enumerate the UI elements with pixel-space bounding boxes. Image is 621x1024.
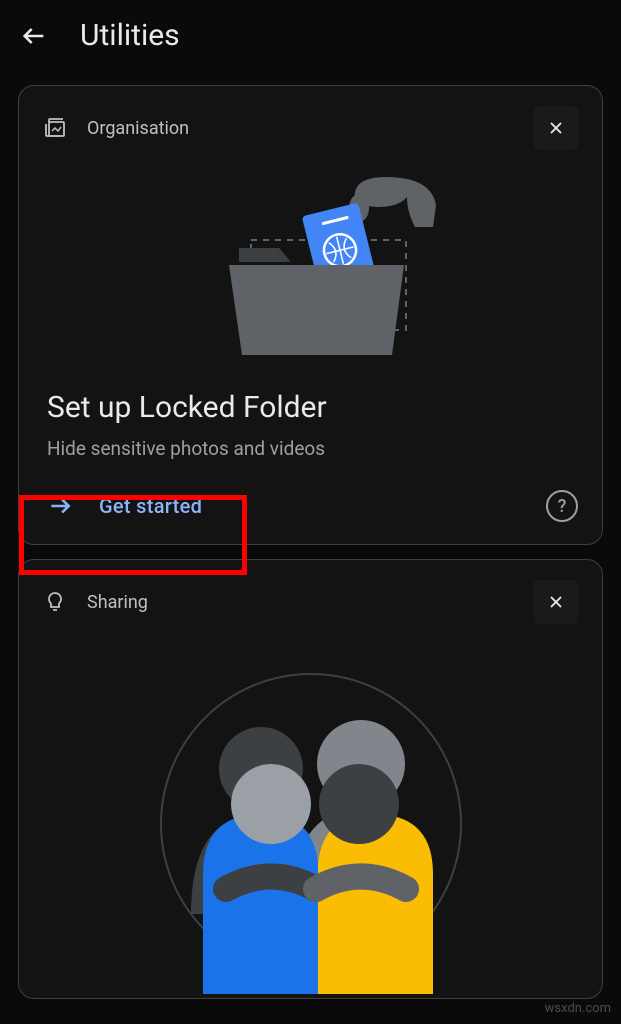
organisation-card: Organisation <box>18 85 603 545</box>
back-button[interactable] <box>20 22 48 50</box>
close-button[interactable] <box>534 106 578 150</box>
folder-hand-icon <box>181 170 441 370</box>
sharing-card: Sharing <box>18 559 603 999</box>
help-icon: ? <box>558 496 567 517</box>
app-header: Utilities <box>0 0 621 71</box>
card-header: Sharing <box>19 560 602 634</box>
get-started-label: Get started <box>99 494 202 518</box>
close-button[interactable] <box>534 580 578 624</box>
arrow-right-icon <box>47 493 73 519</box>
watermark: wsxdn.com <box>545 1001 611 1016</box>
get-started-button[interactable]: Get started <box>47 493 202 519</box>
section-label: Organisation <box>87 118 189 139</box>
photo-stack-icon <box>43 116 67 140</box>
lightbulb-icon <box>43 590 67 614</box>
arrow-left-icon <box>20 22 48 50</box>
sharing-illustration <box>19 634 602 994</box>
card-subtitle: Hide sensitive photos and videos <box>19 437 602 460</box>
card-title: Set up Locked Folder <box>19 390 602 425</box>
people-group-icon <box>131 654 491 994</box>
card-action-row: Get started ? <box>19 490 602 544</box>
card-header-left: Organisation <box>43 116 189 140</box>
card-header-left: Sharing <box>43 590 148 614</box>
close-icon <box>546 118 566 138</box>
help-button[interactable]: ? <box>546 490 578 522</box>
section-label: Sharing <box>87 592 148 613</box>
card-header: Organisation <box>19 86 602 160</box>
locked-folder-illustration <box>19 160 602 390</box>
page-title: Utilities <box>80 18 180 53</box>
close-icon <box>546 592 566 612</box>
